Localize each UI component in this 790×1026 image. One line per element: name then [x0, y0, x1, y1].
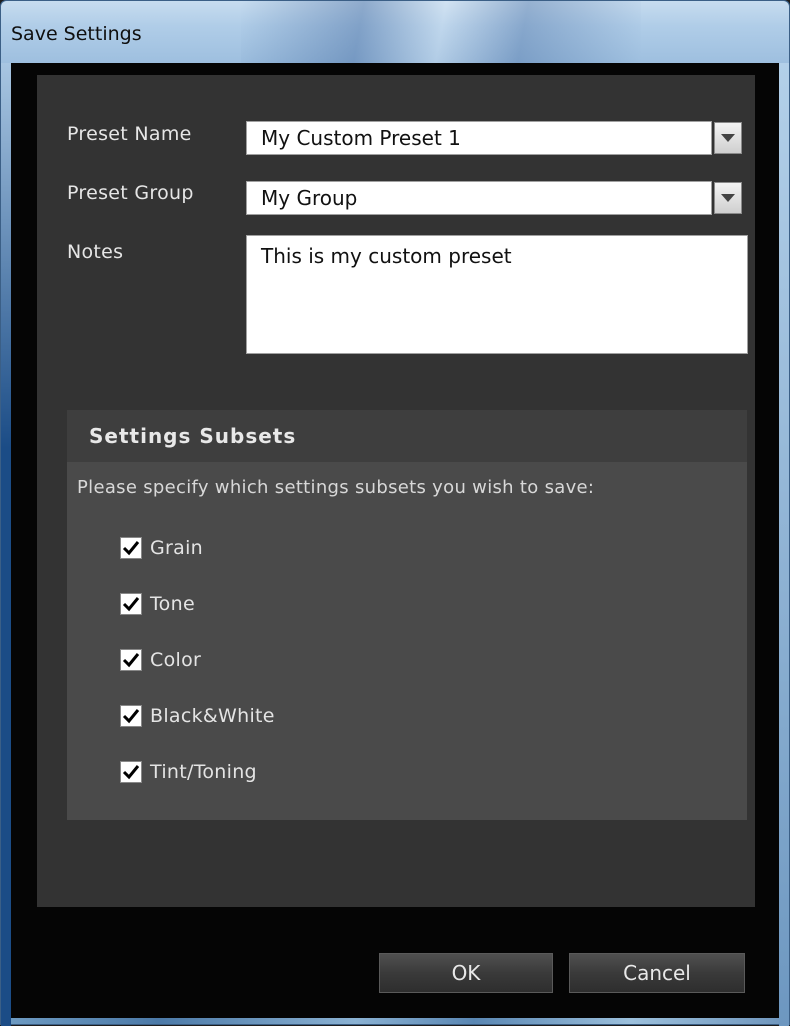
window-frame-left	[1, 63, 11, 1026]
preset-name-dropdown-button[interactable]	[714, 122, 742, 154]
preset-name-input[interactable]: My Custom Preset 1	[246, 121, 712, 155]
preset-group-dropdown-button[interactable]	[714, 182, 742, 214]
chevron-down-icon	[721, 194, 735, 202]
settings-subsets-header: Settings Subsets	[67, 410, 747, 462]
title-bar[interactable]: Save Settings	[1, 1, 789, 63]
checkmark-icon	[122, 653, 140, 668]
checkbox-box[interactable]	[120, 537, 142, 559]
main-panel: Preset Name My Custom Preset 1 Preset Gr…	[37, 75, 755, 907]
ok-button[interactable]: OK	[379, 953, 553, 993]
checkmark-icon	[122, 765, 140, 780]
checkbox-box[interactable]	[120, 705, 142, 727]
checkbox-label: Black&White	[150, 705, 275, 727]
preset-name-label: Preset Name	[67, 123, 192, 145]
preset-group-input[interactable]: My Group	[246, 181, 712, 215]
notes-textarea[interactable]: This is my custom preset	[246, 235, 748, 354]
checkbox-box[interactable]	[120, 593, 142, 615]
checkbox-grain[interactable]: Grain	[120, 535, 203, 561]
chevron-down-icon	[721, 134, 735, 142]
checkmark-icon	[122, 597, 140, 612]
checkbox-label: Tone	[150, 593, 195, 615]
settings-subsets-description: Please specify which settings subsets yo…	[77, 477, 595, 498]
checkbox-tone[interactable]: Tone	[120, 591, 195, 617]
checkmark-icon	[122, 541, 140, 556]
save-settings-dialog: Save Settings Preset Name My Custom Pres…	[0, 0, 790, 1026]
checkbox-box[interactable]	[120, 761, 142, 783]
settings-subsets-title: Settings Subsets	[89, 424, 297, 448]
window-frame-right	[779, 63, 789, 1026]
checkbox-label: Grain	[150, 537, 203, 559]
preset-group-label: Preset Group	[67, 182, 194, 204]
window-title: Save Settings	[11, 23, 142, 45]
checkbox-black-white[interactable]: Black&White	[120, 703, 275, 729]
checkbox-box[interactable]	[120, 649, 142, 671]
settings-subsets-panel: Settings Subsets Please specify which se…	[67, 410, 747, 820]
notes-label: Notes	[67, 241, 124, 263]
checkbox-tint-toning[interactable]: Tint/Toning	[120, 759, 257, 785]
checkbox-label: Tint/Toning	[150, 761, 257, 783]
dialog-client-area: Preset Name My Custom Preset 1 Preset Gr…	[11, 63, 779, 1018]
checkbox-label: Color	[150, 649, 202, 671]
cancel-button[interactable]: Cancel	[569, 953, 745, 993]
checkmark-icon	[122, 709, 140, 724]
checkbox-color[interactable]: Color	[120, 647, 201, 673]
